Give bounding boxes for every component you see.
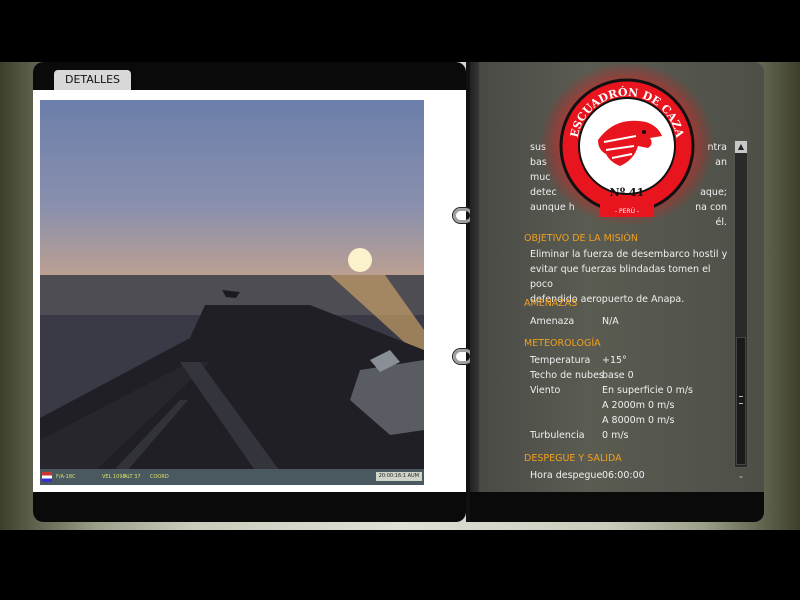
takeoff-heading: DESPEGUE Y SALIDA <box>524 453 622 464</box>
hud-time: 20:00:16:1 AUM <box>375 472 422 481</box>
carrier-sunset-scene <box>40 248 424 485</box>
squadron-logo: ESCUADRÓN DE CAZA Nº 41 - PERÚ - <box>540 62 714 226</box>
details-page-footer <box>33 492 466 522</box>
threats-heading: AMENAZAS <box>524 298 578 309</box>
hud-vel: VEL 1098 <box>102 474 126 480</box>
usa-flag-icon <box>42 472 52 482</box>
logo-country: - PERÚ - <box>615 208 639 215</box>
logo-number: Nº 41 <box>610 186 645 199</box>
wind-row: Viento En superficie 0 m/s <box>530 385 693 396</box>
hud-alt: ALT 37 <box>124 474 141 480</box>
briefing-page-footer <box>470 492 764 522</box>
scroll-up-icon[interactable]: ▲ <box>735 141 747 153</box>
scroll-thumb[interactable] <box>736 337 746 465</box>
grip-icon <box>739 396 743 404</box>
tab-details[interactable]: DETALLES <box>54 70 131 90</box>
details-page: DETALLES F/A-18C VEL 1098 ALT 37 COORD 2… <box>33 62 466 522</box>
threat-row: Amenaza N/A <box>530 316 619 327</box>
turbulence-row: Turbulencia 0 m/s <box>530 430 629 441</box>
scroll-down-icon[interactable]: ⌄ <box>735 470 747 482</box>
briefing-scrollbar[interactable]: ▲ <box>734 140 748 468</box>
mission-preview-image: F/A-18C VEL 1098 ALT 37 COORD 20:00:16:1… <box>40 100 424 485</box>
hud-coord: COORD <box>150 474 169 480</box>
objective-heading: OBJETIVO DE LA MISIÓN <box>524 233 639 244</box>
simulator-hud-bar: F/A-18C VEL 1098 ALT 37 COORD 20:00:16:1… <box>40 469 424 485</box>
temperature-row: Temperatura +15° <box>530 355 627 366</box>
takeoff-time-row: Hora despegue 06:00:00 <box>530 470 645 481</box>
weather-heading: METEOROLOGÍA <box>524 338 601 349</box>
hud-aircraft: F/A-18C <box>56 474 76 480</box>
cloud-ceiling-row: Techo de nubes base 0 <box>530 370 634 381</box>
squadron-emblem-icon: ESCUADRÓN DE CAZA Nº 41 - PERÚ - <box>540 62 714 226</box>
